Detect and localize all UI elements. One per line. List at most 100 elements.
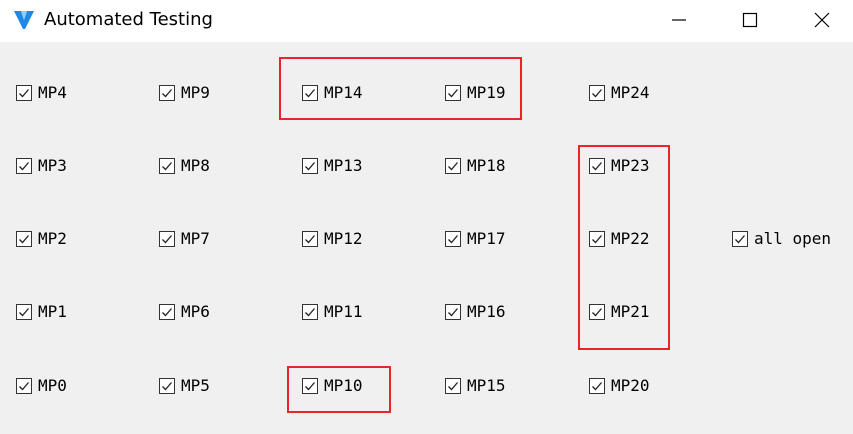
checkmark-icon bbox=[448, 162, 458, 171]
v-logo-icon bbox=[12, 8, 36, 32]
checkbox-box[interactable] bbox=[302, 158, 318, 174]
checkbox-label: MP1 bbox=[38, 302, 67, 321]
checkmark-icon bbox=[162, 308, 172, 317]
checkbox-box[interactable] bbox=[445, 85, 461, 101]
checkmark-icon bbox=[162, 89, 172, 98]
checkbox-label: MP14 bbox=[324, 83, 363, 102]
window-title: Automated Testing bbox=[44, 9, 213, 30]
checkmark-icon bbox=[305, 235, 315, 244]
checkmark-icon bbox=[448, 308, 458, 317]
checkbox-box[interactable] bbox=[159, 378, 175, 394]
checkmark-icon bbox=[305, 308, 315, 317]
checkbox-box[interactable] bbox=[445, 378, 461, 394]
checkbox-box[interactable] bbox=[16, 231, 32, 247]
checkbox-mp6[interactable]: MP6 bbox=[159, 302, 210, 322]
checkbox-mp4[interactable]: MP4 bbox=[16, 83, 67, 103]
checkbox-box[interactable] bbox=[159, 304, 175, 320]
checkmark-icon bbox=[162, 162, 172, 171]
checkmark-icon bbox=[305, 162, 315, 171]
checkbox-mp15[interactable]: MP15 bbox=[445, 376, 506, 396]
checkbox-label: MP15 bbox=[467, 376, 506, 395]
checkbox-mp18[interactable]: MP18 bbox=[445, 156, 506, 176]
checkbox-mp8[interactable]: MP8 bbox=[159, 156, 210, 176]
checkbox-mp19[interactable]: MP19 bbox=[445, 83, 506, 103]
checkbox-label: MP11 bbox=[324, 302, 363, 321]
checkbox-box[interactable] bbox=[732, 231, 748, 247]
checkbox-mp21[interactable]: MP21 bbox=[589, 302, 650, 322]
maximize-button[interactable] bbox=[714, 0, 786, 40]
checkbox-label: MP23 bbox=[611, 156, 650, 175]
checkbox-label: MP20 bbox=[611, 376, 650, 395]
checkbox-mp3[interactable]: MP3 bbox=[16, 156, 67, 176]
checkbox-box[interactable] bbox=[589, 85, 605, 101]
checkbox-label: MP8 bbox=[181, 156, 210, 175]
checkbox-label: MP0 bbox=[38, 376, 67, 395]
checkbox-box[interactable] bbox=[159, 85, 175, 101]
checkbox-label: MP2 bbox=[38, 229, 67, 248]
checkbox-box[interactable] bbox=[589, 378, 605, 394]
checkmark-icon bbox=[448, 382, 458, 391]
checkbox-mp24[interactable]: MP24 bbox=[589, 83, 650, 103]
checkbox-mp14[interactable]: MP14 bbox=[302, 83, 363, 103]
checkbox-mp5[interactable]: MP5 bbox=[159, 376, 210, 396]
checkbox-box[interactable] bbox=[589, 304, 605, 320]
checkbox-box[interactable] bbox=[445, 304, 461, 320]
checkbox-box[interactable] bbox=[589, 158, 605, 174]
checkmark-icon bbox=[592, 89, 602, 98]
checkbox-box[interactable] bbox=[445, 158, 461, 174]
checkbox-mp20[interactable]: MP20 bbox=[589, 376, 650, 396]
minimize-button[interactable] bbox=[643, 0, 715, 40]
checkbox-box[interactable] bbox=[302, 231, 318, 247]
checkbox-label: MP6 bbox=[181, 302, 210, 321]
checkmark-icon bbox=[162, 382, 172, 391]
checkbox-box[interactable] bbox=[16, 85, 32, 101]
checkbox-box[interactable] bbox=[302, 304, 318, 320]
checkbox-mp23[interactable]: MP23 bbox=[589, 156, 650, 176]
checkbox-mp1[interactable]: MP1 bbox=[16, 302, 67, 322]
checkbox-label: MP21 bbox=[611, 302, 650, 321]
checkbox-box[interactable] bbox=[16, 378, 32, 394]
checkbox-label: MP24 bbox=[611, 83, 650, 102]
checkbox-label: MP7 bbox=[181, 229, 210, 248]
checkbox-box[interactable] bbox=[159, 231, 175, 247]
checkbox-box[interactable] bbox=[589, 231, 605, 247]
checkbox-mp9[interactable]: MP9 bbox=[159, 83, 210, 103]
checkbox-mp13[interactable]: MP13 bbox=[302, 156, 363, 176]
checkmark-icon bbox=[305, 382, 315, 391]
checkbox-box[interactable] bbox=[16, 304, 32, 320]
checkbox-mp12[interactable]: MP12 bbox=[302, 229, 363, 249]
checkbox-mp7[interactable]: MP7 bbox=[159, 229, 210, 249]
checkbox-box[interactable] bbox=[159, 158, 175, 174]
checkmark-icon bbox=[592, 235, 602, 244]
checkbox-label: MP22 bbox=[611, 229, 650, 248]
checkbox-box[interactable] bbox=[16, 158, 32, 174]
checkbox-label: MP16 bbox=[467, 302, 506, 321]
checkbox-mp22[interactable]: MP22 bbox=[589, 229, 650, 249]
checkmark-icon bbox=[448, 235, 458, 244]
checkbox-mp2[interactable]: MP2 bbox=[16, 229, 67, 249]
checkbox-label: MP9 bbox=[181, 83, 210, 102]
checkbox-all-open[interactable]: all open bbox=[732, 229, 831, 249]
minimize-icon bbox=[672, 19, 686, 21]
checkbox-mp10[interactable]: MP10 bbox=[302, 376, 363, 396]
checkbox-box[interactable] bbox=[302, 378, 318, 394]
checkbox-label: MP17 bbox=[467, 229, 506, 248]
checkbox-mp0[interactable]: MP0 bbox=[16, 376, 67, 396]
checkbox-label: MP13 bbox=[324, 156, 363, 175]
checkbox-box[interactable] bbox=[302, 85, 318, 101]
close-button[interactable] bbox=[786, 0, 853, 40]
checkbox-mp11[interactable]: MP11 bbox=[302, 302, 363, 322]
checkbox-label: MP19 bbox=[467, 83, 506, 102]
checkbox-mp17[interactable]: MP17 bbox=[445, 229, 506, 249]
checkbox-label: MP18 bbox=[467, 156, 506, 175]
checkmark-icon bbox=[19, 89, 29, 98]
checkbox-label: MP4 bbox=[38, 83, 67, 102]
checkbox-mp16[interactable]: MP16 bbox=[445, 302, 506, 322]
checkmark-icon bbox=[592, 162, 602, 171]
title-bar: Automated Testing bbox=[0, 0, 853, 42]
checkbox-label: MP3 bbox=[38, 156, 67, 175]
checkbox-label: MP5 bbox=[181, 376, 210, 395]
checkbox-box[interactable] bbox=[445, 231, 461, 247]
checkmark-icon bbox=[19, 162, 29, 171]
checkmark-icon bbox=[19, 235, 29, 244]
